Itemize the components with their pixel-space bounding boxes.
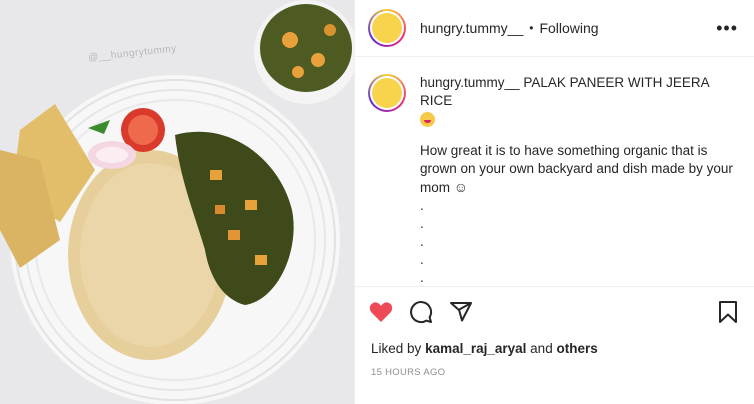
heart-icon [369, 301, 393, 322]
comment-icon [410, 300, 433, 323]
save-button[interactable] [716, 300, 740, 324]
separator-dot: • [529, 21, 534, 35]
avatar-logo [372, 13, 402, 43]
post-sidebar: hungry.tummy__ • Following ••• hungry.tu… [354, 0, 754, 404]
caption-username[interactable]: hungry.tummy__ [420, 75, 520, 90]
avatar[interactable] [368, 9, 406, 47]
action-bar [355, 286, 754, 336]
header-username[interactable]: hungry.tummy__ [420, 20, 523, 36]
smile-emoji-icon: ☺ [453, 179, 469, 195]
likes-others-link[interactable]: others [556, 341, 597, 356]
post-header: hungry.tummy__ • Following ••• [355, 0, 754, 57]
share-icon [450, 301, 472, 321]
caption: hungry.tummy__ PALAK PANEER WITH JEERA R… [368, 74, 742, 287]
liker-username[interactable]: kamal_raj_aryal [425, 341, 526, 356]
comment-button[interactable] [409, 300, 433, 324]
instagram-post: @__hungrytummy hungry.tummy__ • Followin… [0, 0, 754, 404]
post-timestamp[interactable]: 15 HOURS AGO [371, 367, 445, 378]
post-image[interactable]: @__hungrytummy [0, 0, 354, 404]
savoring-food-emoji-icon [420, 111, 435, 127]
food-photo [0, 0, 354, 404]
avatar-logo [372, 78, 402, 108]
following-button[interactable]: Following [539, 20, 598, 36]
caption-dots: . . . . . [420, 198, 424, 285]
share-button[interactable] [449, 300, 473, 324]
more-options-icon[interactable]: ••• [716, 19, 738, 37]
like-button[interactable] [369, 300, 393, 324]
bookmark-icon [719, 300, 737, 323]
caption-avatar[interactable] [368, 74, 406, 112]
caption-body: hungry.tummy__ PALAK PANEER WITH JEERA R… [420, 74, 742, 287]
likes-summary: Liked by kamal_raj_aryal and others [371, 341, 598, 356]
